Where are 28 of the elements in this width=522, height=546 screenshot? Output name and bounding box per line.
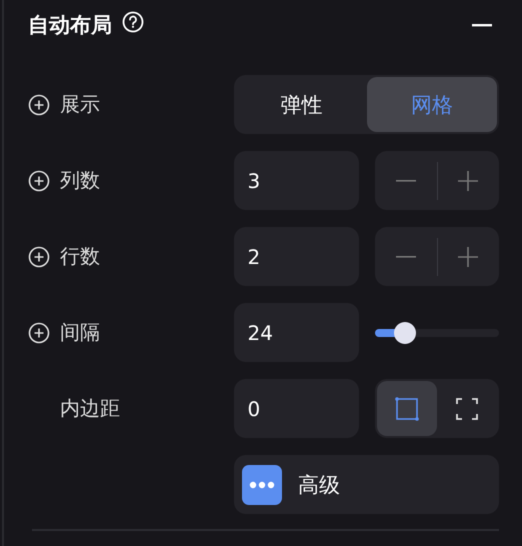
number-field[interactable]: 24 [234, 303, 360, 362]
collapse-icon[interactable] [472, 24, 492, 26]
slider-thumb[interactable] [394, 322, 416, 344]
row-label: 内边距 [60, 395, 120, 422]
row-label: 展示 [60, 91, 100, 118]
number-field[interactable]: 3 [234, 151, 360, 210]
advanced-button[interactable]: 高级 [234, 455, 499, 514]
help-icon[interactable] [122, 11, 144, 33]
section-title: 自动布局 [28, 12, 112, 39]
add-icon[interactable] [28, 322, 50, 344]
square-icon [395, 396, 420, 420]
plus-icon [458, 170, 478, 190]
number-field[interactable]: 0 [234, 379, 360, 438]
add-icon[interactable] [28, 170, 50, 192]
row-label: 列数 [60, 167, 100, 194]
uniform-padding-button[interactable] [377, 381, 438, 436]
more-icon [242, 464, 282, 504]
minus-icon [396, 180, 416, 182]
plus-icon [458, 246, 478, 266]
segment-tab[interactable]: 弹性 [236, 77, 366, 132]
add-icon[interactable] [28, 246, 50, 268]
minus-icon [396, 256, 416, 258]
add-icon[interactable] [28, 94, 50, 116]
row-label: 行数 [60, 243, 100, 270]
slider[interactable] [375, 322, 499, 344]
number-field[interactable]: 2 [234, 227, 360, 286]
row-label: 间隔 [60, 319, 100, 346]
corners-icon [456, 398, 478, 420]
